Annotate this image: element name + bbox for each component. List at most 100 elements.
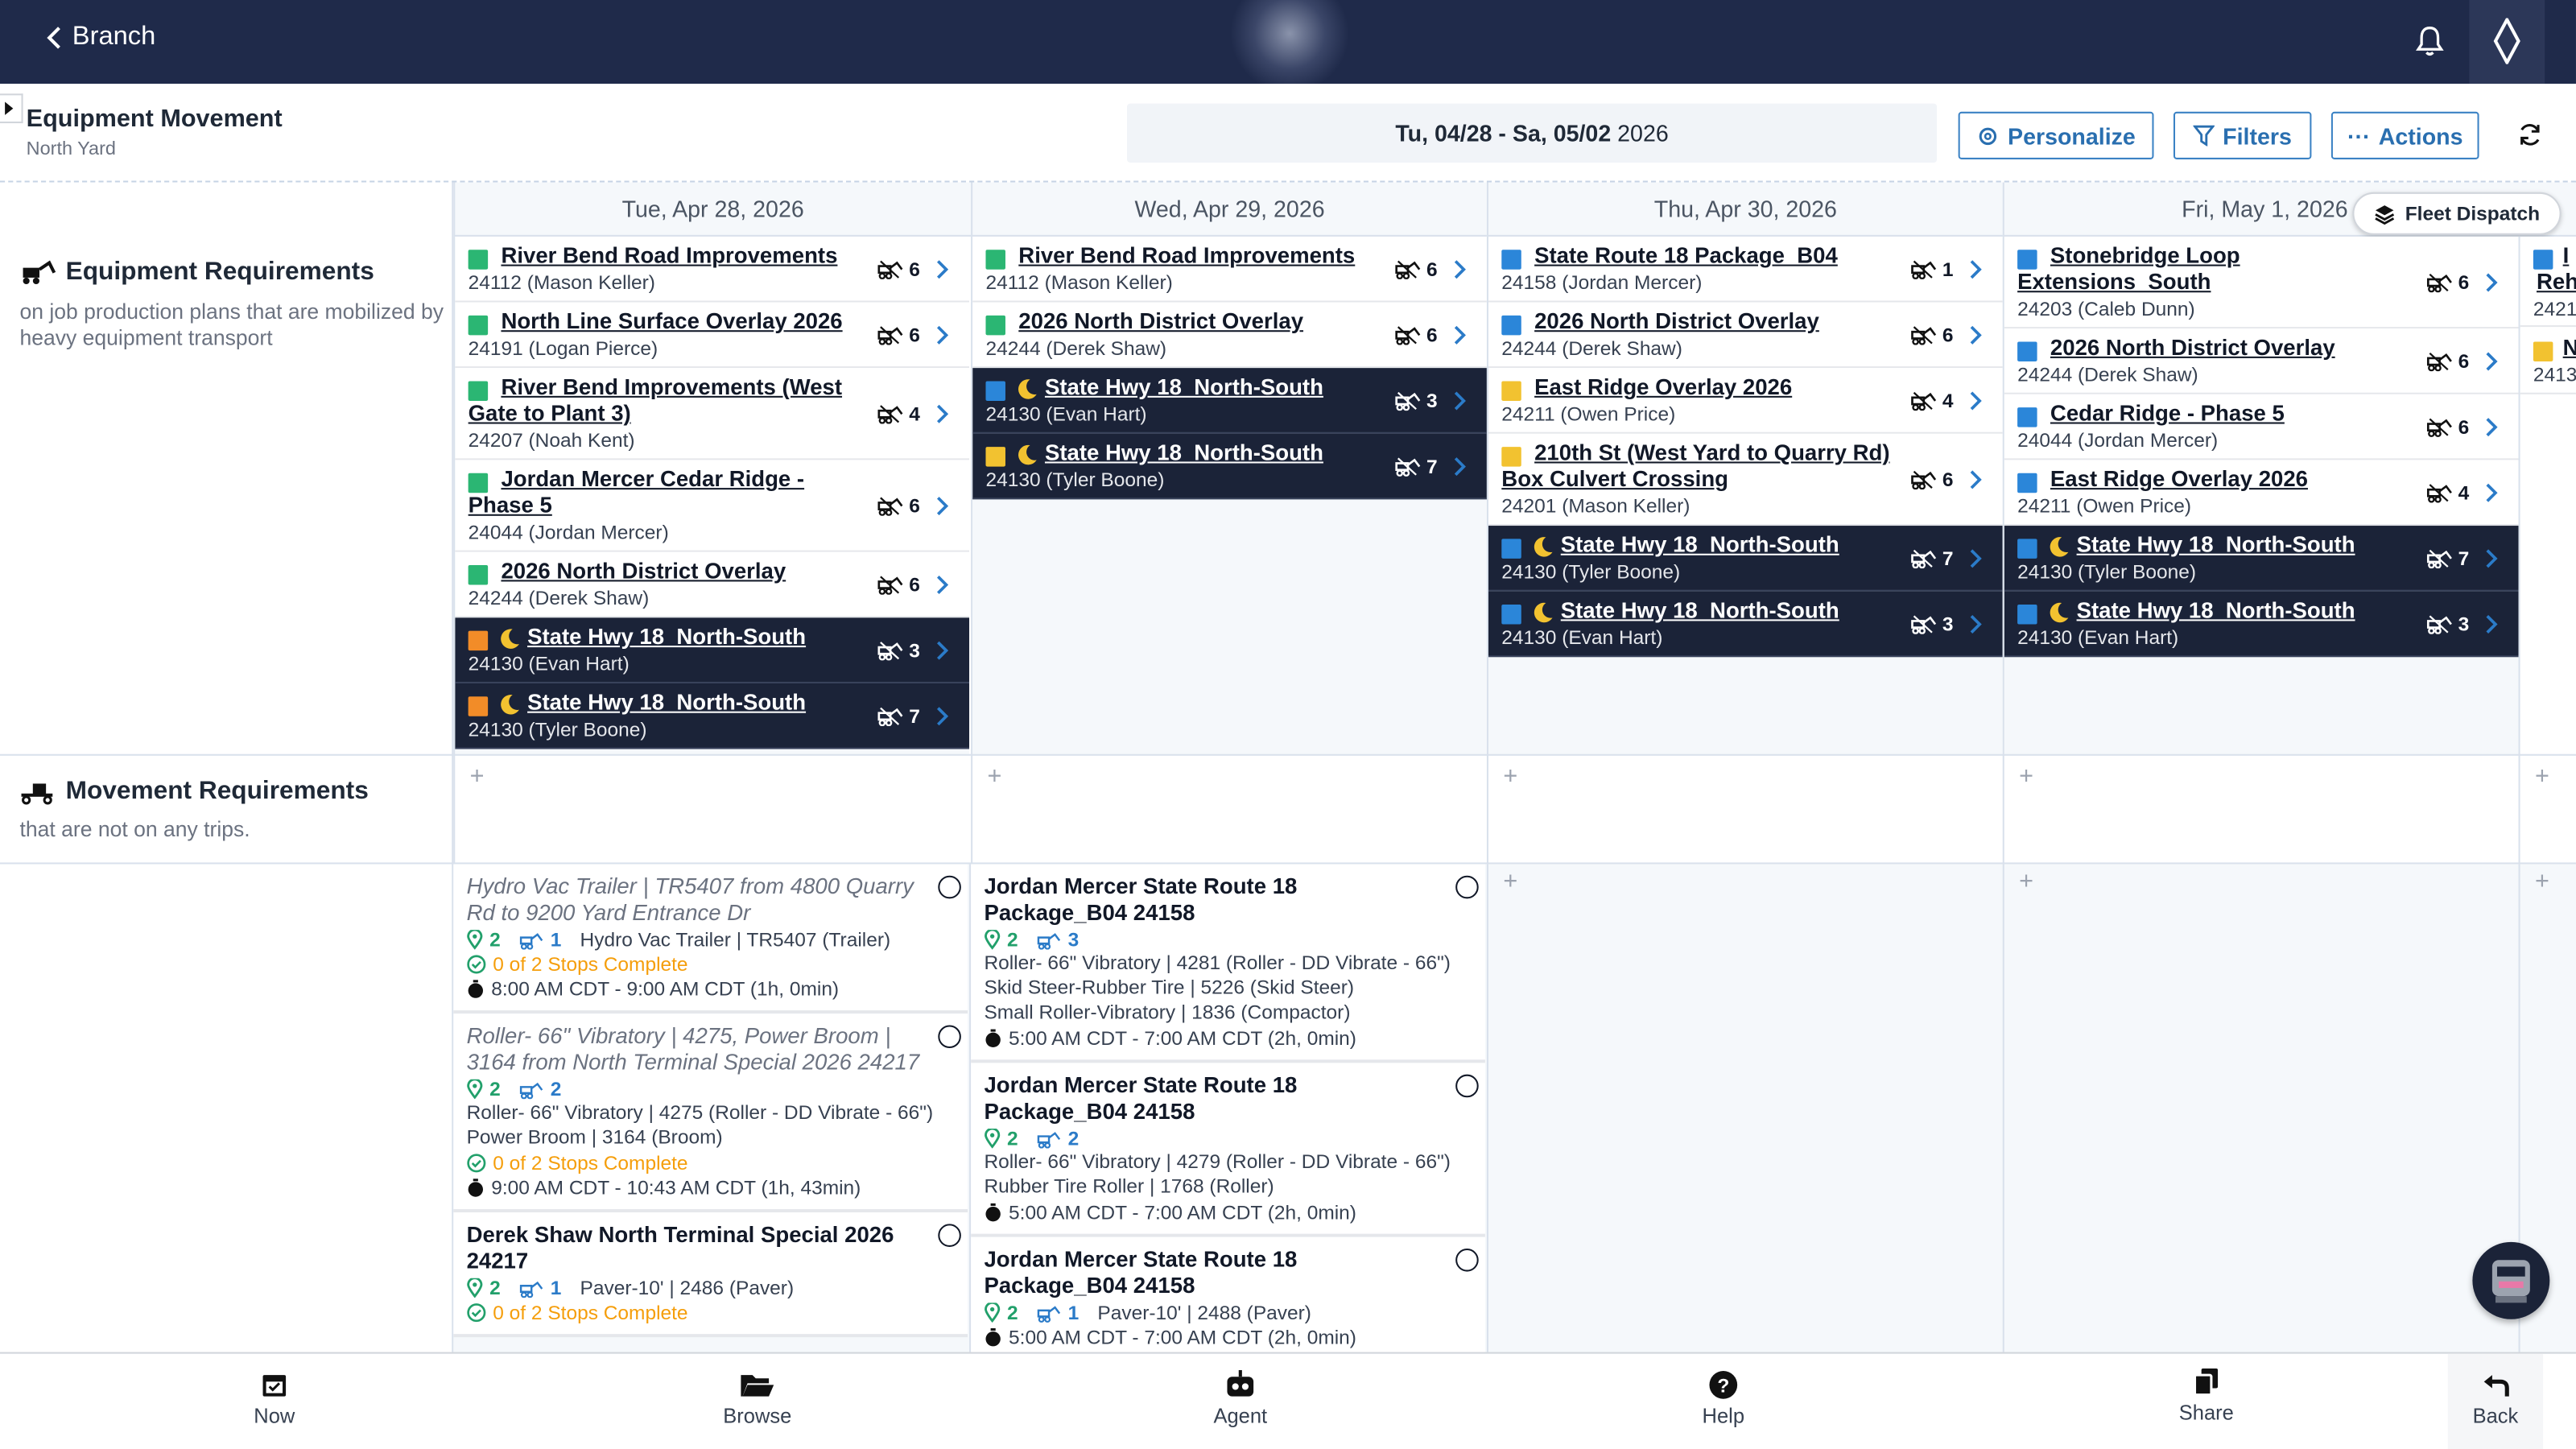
agent-assistant-button[interactable] xyxy=(2472,1241,2550,1319)
chevron-right-icon[interactable] xyxy=(1968,547,1983,571)
requirement-card[interactable]: East Ridge Overlay 2026 24211 (Owen Price… xyxy=(1488,368,2003,434)
app-logo[interactable] xyxy=(2469,0,2545,85)
nav-now[interactable]: Now xyxy=(208,1370,340,1427)
requirement-card[interactable]: I Reh 2421 xyxy=(2520,236,2576,328)
requirement-card[interactable]: State Hwy 18_North-South 24130 (Tyler Boo… xyxy=(972,433,1487,500)
requirement-name[interactable]: 2026 North District Overlay xyxy=(1534,309,1819,336)
requirement-card[interactable]: 2026 North District Overlay 24244 (Derek … xyxy=(1488,302,2003,369)
requirement-name[interactable]: River Bend Improvements (West xyxy=(501,374,842,401)
select-trip-radio[interactable] xyxy=(1455,875,1479,899)
chevron-right-icon[interactable] xyxy=(1452,455,1467,478)
chevron-right-icon[interactable] xyxy=(2484,271,2499,295)
chevron-right-icon[interactable] xyxy=(1968,390,1983,413)
chevron-right-icon[interactable] xyxy=(935,258,949,281)
requirement-name[interactable]: Stonebridge Loop xyxy=(2050,243,2240,270)
chevron-right-icon[interactable] xyxy=(2484,613,2499,636)
actions-button[interactable]: ··· Actions xyxy=(2330,111,2479,159)
requirement-name[interactable]: State Route 18 Package_B04 xyxy=(1534,243,1838,270)
trip-card[interactable]: Jordan Mercer State Route 18 Package_B04… xyxy=(971,1236,1485,1352)
nav-browse[interactable]: Browse xyxy=(691,1370,823,1427)
refresh-icon[interactable] xyxy=(2517,122,2544,148)
requirement-card[interactable]: Cedar Ridge - Phase 5 24044 (Jordan Merce… xyxy=(2004,394,2519,460)
requirement-card[interactable]: 2026 North District Overlay 24244 (Derek … xyxy=(2004,328,2519,394)
requirement-name[interactable]: State Hwy 18_North-South xyxy=(527,690,806,716)
requirement-card[interactable]: Stonebridge Loop Extensions_South 24203 (C… xyxy=(2004,236,2519,329)
chevron-right-icon[interactable] xyxy=(1968,324,1983,347)
chevron-right-icon[interactable] xyxy=(1452,324,1467,347)
add-movement-1[interactable]: + xyxy=(470,762,485,791)
requirement-name[interactable]: 2026 North District Overlay xyxy=(1018,309,1303,336)
date-range-selector[interactable]: Tu, 04/28 - Sa, 05/02 2026 xyxy=(1126,103,1938,163)
add-movement-3[interactable]: + xyxy=(1503,762,1517,791)
requirement-card[interactable]: State Hwy 18_North-South 24130 (Evan Hart… xyxy=(972,368,1487,434)
back-to-branch[interactable]: Branch xyxy=(46,23,155,53)
chevron-right-icon[interactable] xyxy=(935,324,949,347)
requirement-card[interactable]: State Hwy 18_North-South 24130 (Evan Hart… xyxy=(2004,591,2519,658)
trip-card[interactable]: Jordan Mercer State Route 18 Package_B04… xyxy=(971,1063,1485,1237)
chevron-right-icon[interactable] xyxy=(935,705,949,729)
requirement-name-line2[interactable]: Box Culvert Crossing xyxy=(1501,467,1728,493)
nav-help[interactable]: ? Help xyxy=(1657,1370,1789,1427)
requirement-name[interactable]: 2026 North District Overlay xyxy=(2050,335,2335,361)
trip-card[interactable]: Hydro Vac Trailer | TR5407 from 4800 Qua… xyxy=(453,864,968,1014)
requirement-name[interactable]: State Hwy 18_North-South xyxy=(527,625,806,651)
add-trip-4[interactable]: + xyxy=(2019,868,2033,896)
trip-card[interactable]: Jordan Mercer State Route 18 Package_B04… xyxy=(971,864,1485,1063)
select-trip-radio[interactable] xyxy=(938,875,961,899)
add-movement-2[interactable]: + xyxy=(988,762,1002,791)
nav-back[interactable]: Back xyxy=(2447,1353,2544,1449)
requirement-name-line2[interactable]: Gate to Plant 3) xyxy=(469,401,631,427)
requirement-name[interactable]: State Hwy 18_North-South xyxy=(1045,374,1323,401)
select-trip-radio[interactable] xyxy=(938,1224,961,1247)
chevron-right-icon[interactable] xyxy=(2484,415,2499,439)
requirement-card[interactable]: North Line Surface Overlay 2026 24191 (Lo… xyxy=(455,302,970,369)
requirement-name[interactable]: Cedar Ridge - Phase 5 xyxy=(2050,401,2285,427)
requirement-name[interactable]: East Ridge Overlay 2026 xyxy=(1534,374,1792,401)
chevron-right-icon[interactable] xyxy=(935,494,949,518)
requirement-card[interactable]: East Ridge Overlay 2026 24211 (Owen Price… xyxy=(2004,460,2519,526)
requirement-card[interactable]: State Hwy 18_North-South 24130 (Evan Hart… xyxy=(455,617,970,683)
requirement-name[interactable]: 210th St (West Yard to Quarry Rd) xyxy=(1534,440,1889,467)
select-trip-radio[interactable] xyxy=(1455,1249,1479,1272)
requirement-card[interactable]: 2026 North District Overlay 24244 (Derek … xyxy=(972,302,1487,369)
requirement-card[interactable]: State Hwy 18_North-South 24130 (Tyler Boo… xyxy=(1488,526,2003,592)
filters-button[interactable]: Filters xyxy=(2173,111,2312,159)
requirement-card[interactable]: River Bend Road Improvements 24112 (Mason… xyxy=(972,236,1487,303)
requirement-name[interactable]: State Hwy 18_North-South xyxy=(1045,440,1323,467)
chevron-right-icon[interactable] xyxy=(2484,350,2499,374)
requirement-card[interactable]: 210th St (West Yard to Quarry Rd) Box Cul… xyxy=(1488,433,2003,526)
requirement-card[interactable]: State Route 18 Package_B04 24158 (Jordan … xyxy=(1488,236,2003,303)
select-trip-radio[interactable] xyxy=(1455,1074,1479,1098)
add-movement-5[interactable]: + xyxy=(2535,762,2549,791)
requirement-name[interactable]: North Line Surface Overlay 2026 xyxy=(501,309,842,336)
requirement-name-line2[interactable]: Phase 5 xyxy=(469,493,552,519)
chevron-right-icon[interactable] xyxy=(1452,390,1467,413)
nav-share[interactable]: Share xyxy=(2140,1367,2272,1424)
requirement-card[interactable]: 2026 North District Overlay 24244 (Derek … xyxy=(455,551,970,618)
requirement-name[interactable]: State Hwy 18_North-South xyxy=(1561,598,1839,625)
requirement-card[interactable]: N 2413 xyxy=(2520,328,2576,394)
requirement-name[interactable]: State Hwy 18_North-South xyxy=(1561,532,1839,559)
trip-card[interactable]: Roller- 66" Vibratory | 4275, Power Broo… xyxy=(453,1013,968,1213)
chevron-right-icon[interactable] xyxy=(935,639,949,663)
add-movement-4[interactable]: + xyxy=(2019,762,2033,791)
chevron-right-icon[interactable] xyxy=(1968,613,1983,636)
requirement-name[interactable]: River Bend Road Improvements xyxy=(1018,243,1355,270)
select-trip-radio[interactable] xyxy=(938,1025,961,1049)
trip-card[interactable]: Derek Shaw North Terminal Special 2026 2… xyxy=(453,1212,968,1338)
bell-icon[interactable] xyxy=(2412,23,2448,60)
add-trip-5[interactable]: + xyxy=(2535,868,2549,896)
requirement-name[interactable]: State Hwy 18_North-South xyxy=(2077,532,2355,559)
chevron-right-icon[interactable] xyxy=(1968,258,1983,281)
requirement-card[interactable]: State Hwy 18_North-South 24130 (Tyler Boo… xyxy=(455,683,970,749)
expand-panel-toggle[interactable] xyxy=(0,93,23,124)
add-trip-3[interactable]: + xyxy=(1503,868,1517,896)
chevron-right-icon[interactable] xyxy=(1452,258,1467,281)
personalize-button[interactable]: Personalize xyxy=(1958,111,2154,159)
requirement-name[interactable]: East Ridge Overlay 2026 xyxy=(2050,467,2308,493)
requirement-card[interactable]: State Hwy 18_North-South 24130 (Evan Hart… xyxy=(1488,591,2003,658)
requirement-name[interactable]: River Bend Road Improvements xyxy=(501,243,837,270)
chevron-right-icon[interactable] xyxy=(2484,547,2499,571)
requirement-card[interactable]: Jordan Mercer Cedar Ridge - Phase 5 24044 … xyxy=(455,460,970,552)
requirement-card[interactable]: River Bend Road Improvements 24112 (Mason… xyxy=(455,236,970,303)
